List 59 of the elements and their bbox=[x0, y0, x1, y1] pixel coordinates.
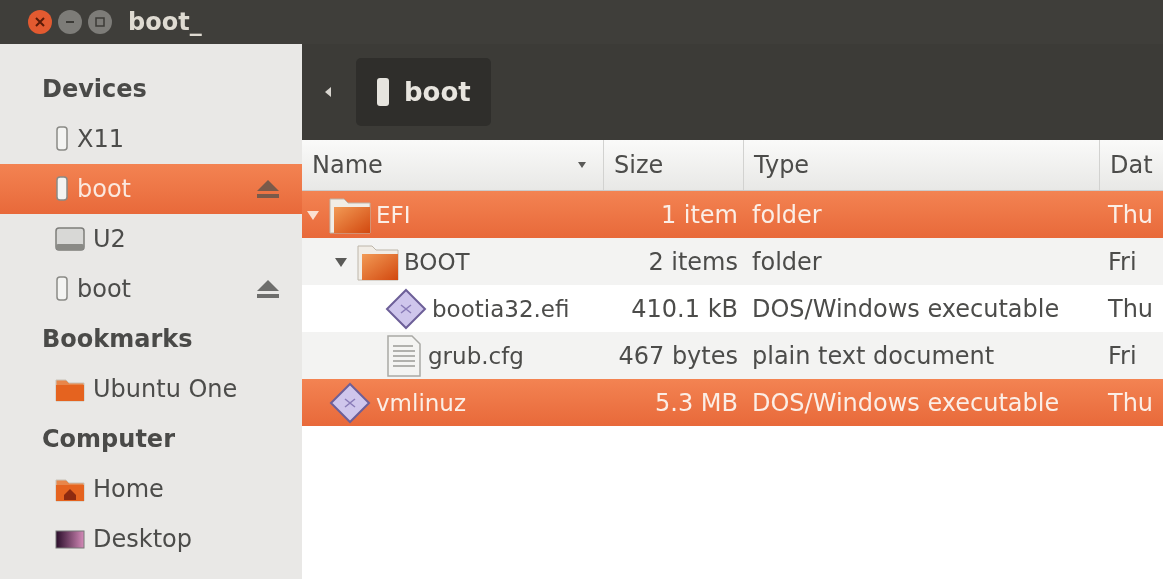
file-size: 2 items bbox=[647, 247, 739, 276]
file-name: BOOT bbox=[404, 248, 470, 275]
sidebar-heading: Devices bbox=[41, 74, 148, 105]
file-date: Thu bbox=[1107, 294, 1155, 323]
folder-icon bbox=[328, 195, 372, 234]
file-name: vmlinuz bbox=[376, 389, 467, 416]
folder-icon bbox=[356, 242, 400, 281]
column-header[interactable]: Name bbox=[302, 140, 604, 190]
maximize-button[interactable] bbox=[88, 10, 112, 34]
hard-drive-icon bbox=[55, 226, 85, 252]
sidebar-item[interactable]: U2 bbox=[0, 214, 302, 264]
file-name: grub.cfg bbox=[428, 342, 524, 369]
window-title: boot_ bbox=[128, 8, 202, 36]
text-file-icon bbox=[384, 333, 424, 378]
eject-icon[interactable] bbox=[256, 179, 280, 199]
file-size: 5.3 MB bbox=[654, 388, 739, 417]
column-header[interactable]: Type bbox=[744, 140, 1100, 190]
file-size: 1 item bbox=[659, 200, 739, 229]
file-type: DOS/Windows executable bbox=[751, 388, 1061, 417]
path-button[interactable]: boot bbox=[356, 58, 491, 126]
file-size: 467 bytes bbox=[617, 341, 739, 370]
sidebar-heading: Computer bbox=[41, 424, 176, 455]
sidebar-item[interactable]: X11 bbox=[0, 114, 302, 164]
file-type: folder bbox=[751, 247, 823, 276]
desktop-icon bbox=[55, 528, 85, 550]
file-type: DOS/Windows executable bbox=[751, 294, 1061, 323]
file-row[interactable]: BOOT 2 items folder Fri bbox=[302, 238, 1163, 285]
close-button[interactable] bbox=[28, 10, 52, 34]
usb-drive-icon bbox=[376, 77, 390, 107]
sidebar-item[interactable]: boot bbox=[0, 264, 302, 314]
file-date: Fri bbox=[1107, 247, 1138, 276]
file-date: Thu bbox=[1107, 388, 1155, 417]
eject-icon[interactable] bbox=[256, 279, 280, 299]
close-icon bbox=[35, 17, 45, 27]
file-type: plain text document bbox=[751, 341, 996, 370]
sort-arrow-icon bbox=[577, 161, 587, 169]
sidebar-item[interactable]: Desktop bbox=[0, 514, 302, 564]
file-size: 410.1 kB bbox=[630, 294, 739, 323]
column-header[interactable]: Dat bbox=[1100, 140, 1163, 190]
usb-drive-icon bbox=[55, 126, 69, 152]
executable-icon bbox=[328, 381, 372, 424]
executable-icon bbox=[384, 287, 428, 330]
column-header[interactable]: Size bbox=[604, 140, 744, 190]
maximize-icon bbox=[95, 17, 105, 27]
file-name: EFI bbox=[376, 201, 411, 228]
minimize-button[interactable] bbox=[58, 10, 82, 34]
back-arrow-icon[interactable] bbox=[324, 86, 332, 98]
folder-icon bbox=[55, 376, 85, 402]
file-type: folder bbox=[751, 200, 823, 229]
file-date: Thu bbox=[1107, 200, 1155, 229]
file-date: Fri bbox=[1107, 341, 1138, 370]
usb-drive-icon bbox=[55, 276, 69, 302]
usb-drive-icon bbox=[55, 176, 69, 202]
home-folder-icon bbox=[55, 476, 85, 502]
sidebar-item[interactable]: Ubuntu One bbox=[0, 364, 302, 414]
sidebar-heading: Bookmarks bbox=[41, 324, 194, 355]
file-row[interactable]: grub.cfg 467 bytes plain text document Fri bbox=[302, 332, 1163, 379]
file-name: bootia32.efi bbox=[432, 295, 570, 322]
sidebar-item[interactable]: Home bbox=[0, 464, 302, 514]
